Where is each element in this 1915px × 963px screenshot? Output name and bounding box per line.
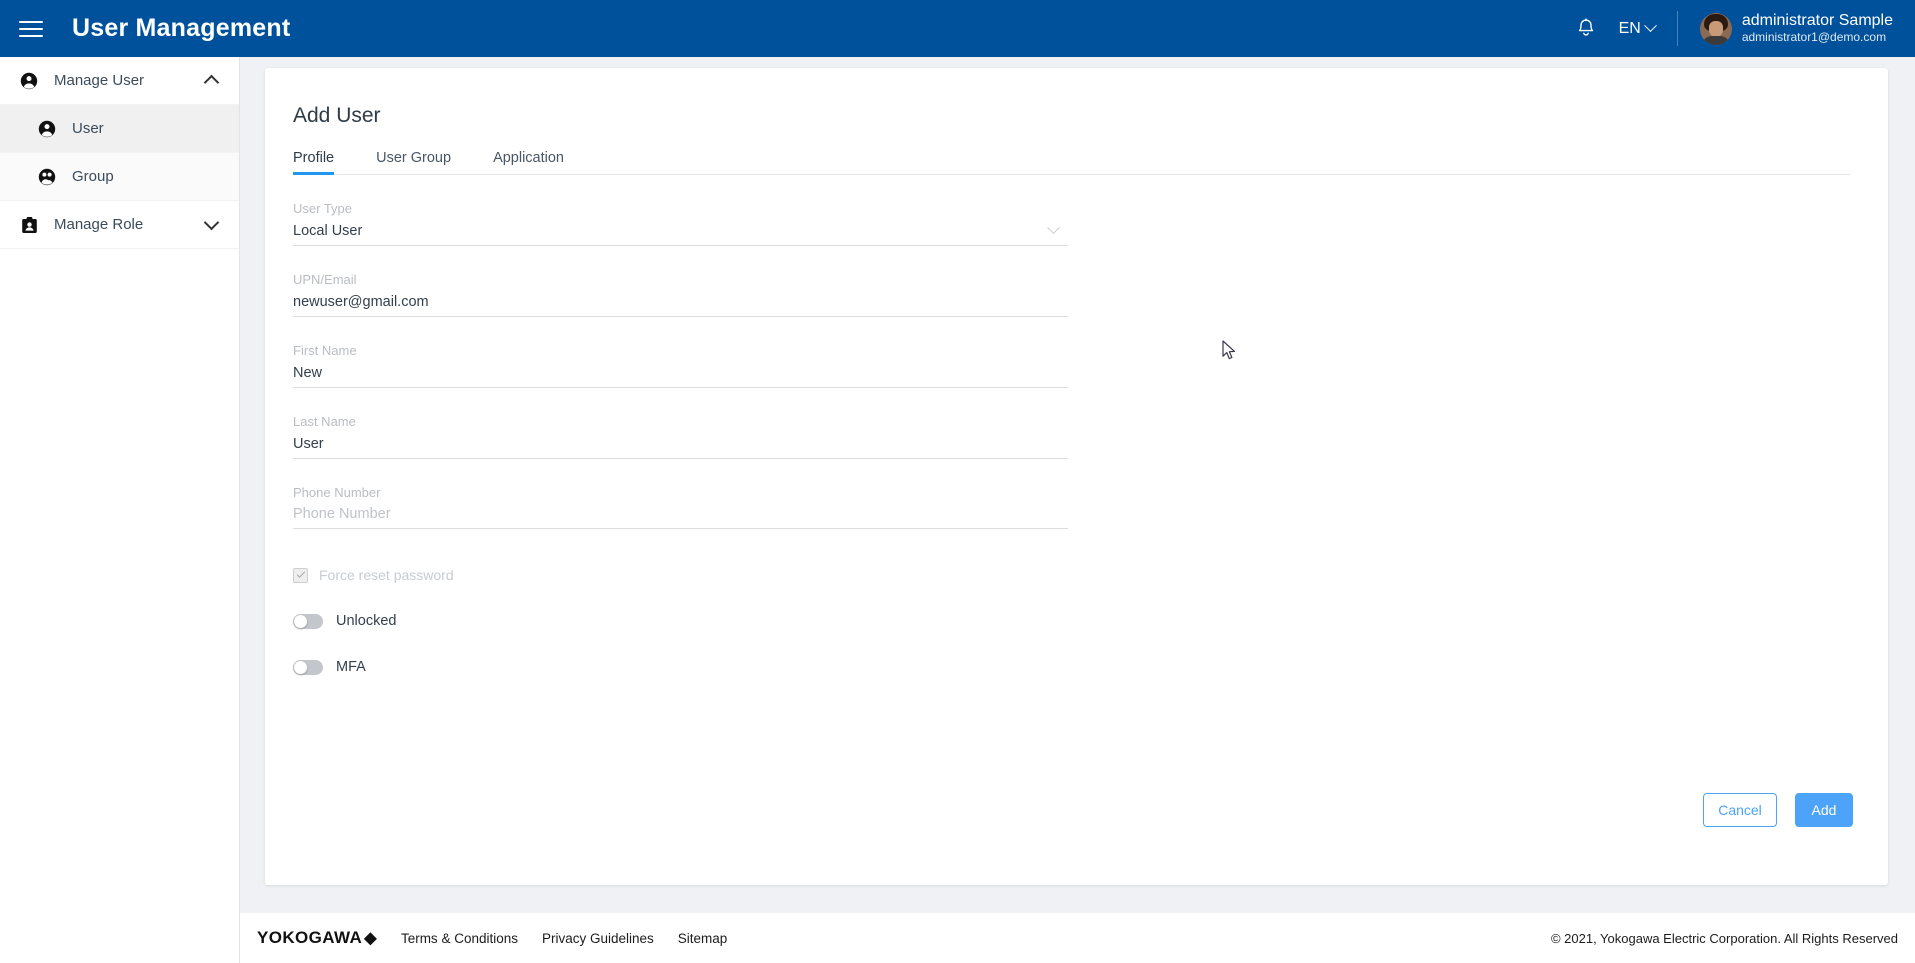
tab-application[interactable]: Application bbox=[493, 150, 564, 174]
footer-link-terms[interactable]: Terms & Conditions bbox=[401, 931, 518, 946]
first-name-field[interactable]: New bbox=[293, 360, 1068, 388]
user-icon bbox=[18, 70, 40, 92]
language-label: EN bbox=[1618, 19, 1641, 37]
language-selector[interactable]: EN bbox=[1618, 19, 1657, 38]
mfa-toggle-row[interactable]: MFA bbox=[293, 659, 1068, 675]
diamond-icon: ◆ bbox=[364, 930, 377, 947]
copyright-text: © 2021, Yokogawa Electric Corporation. A… bbox=[1550, 930, 1898, 946]
user-type-select[interactable]: Local User bbox=[293, 218, 1068, 246]
email-field[interactable]: newuser@gmail.com bbox=[293, 289, 1068, 317]
sidebar-item-label: User bbox=[72, 120, 104, 137]
unlocked-toggle-row[interactable]: Unlocked bbox=[293, 613, 1068, 629]
cancel-button[interactable]: Cancel bbox=[1703, 793, 1777, 827]
page-title: Add User bbox=[293, 104, 381, 127]
hamburger-icon[interactable] bbox=[19, 16, 49, 42]
field-placeholder: Phone Number bbox=[293, 506, 391, 523]
user-icon bbox=[36, 118, 58, 140]
action-bar: Cancel Add bbox=[1703, 793, 1853, 827]
unlocked-toggle[interactable] bbox=[293, 613, 323, 629]
field-value: New bbox=[293, 364, 323, 381]
footer-link-privacy[interactable]: Privacy Guidelines bbox=[542, 931, 654, 946]
profile-form: User Type Local User UPN/Email newuser@g… bbox=[293, 175, 1068, 675]
chevron-down-icon bbox=[1643, 19, 1657, 33]
page-title-header: User Management bbox=[72, 14, 291, 42]
footer-link-sitemap[interactable]: Sitemap bbox=[678, 931, 728, 946]
field-value: Local User bbox=[293, 222, 363, 239]
chevron-down-icon bbox=[203, 214, 220, 231]
sidebar-item-label: Manage Role bbox=[54, 216, 144, 233]
toggle-label: Unlocked bbox=[336, 613, 397, 630]
user-name: administrator Sample bbox=[1741, 12, 1893, 30]
checkbox-label: Force reset password bbox=[319, 567, 454, 584]
tab-profile[interactable]: Profile bbox=[293, 150, 335, 175]
field-label: Phone Number bbox=[293, 484, 381, 500]
field-label: User Type bbox=[293, 201, 353, 216]
bell-icon[interactable] bbox=[1569, 12, 1603, 46]
app-header: User Management EN administrator Sample … bbox=[0, 0, 1915, 57]
tab-bar: Profile User Group Application bbox=[293, 150, 1850, 175]
field-first-name: First Name New bbox=[293, 317, 1068, 388]
sidebar-item-group[interactable]: Group bbox=[0, 153, 239, 201]
footer: YOKOGAWA ◆ Terms & Conditions Privacy Gu… bbox=[240, 913, 1915, 963]
chevron-up-icon bbox=[203, 74, 220, 91]
field-phone-number: Phone Number Phone Number bbox=[293, 459, 1068, 530]
field-label: UPN/Email bbox=[293, 271, 357, 287]
add-button[interactable]: Add bbox=[1795, 793, 1853, 827]
brand-name: YOKOGAWA bbox=[257, 928, 363, 947]
mfa-toggle[interactable] bbox=[293, 659, 323, 675]
avatar bbox=[1699, 12, 1732, 45]
sidebar-item-label: Group bbox=[72, 168, 114, 185]
badge-icon bbox=[18, 214, 40, 236]
header-right-group: EN administrator Sample administrator1@d… bbox=[1569, 0, 1905, 57]
toggle-label: MFA bbox=[336, 659, 366, 676]
user-menu[interactable]: administrator Sample administrator1@demo… bbox=[1699, 12, 1893, 45]
field-label: First Name bbox=[293, 342, 357, 358]
chevron-down-icon bbox=[1047, 221, 1060, 235]
user-email: administrator1@demo.com bbox=[1741, 29, 1887, 44]
force-reset-password-row[interactable]: Force reset password bbox=[293, 567, 1068, 583]
field-upn-email: UPN/Email newuser@gmail.com bbox=[293, 246, 1068, 317]
last-name-field[interactable]: User bbox=[293, 431, 1068, 459]
sidebar-item-label: Manage User bbox=[54, 72, 145, 89]
field-label: Last Name bbox=[293, 413, 356, 429]
header-divider bbox=[1676, 11, 1678, 46]
field-user-type: User Type Local User bbox=[293, 175, 1068, 246]
checkbox-icon[interactable] bbox=[293, 567, 308, 583]
sidebar-item-manage-role[interactable]: Manage Role bbox=[0, 201, 239, 249]
yokogawa-logo: YOKOGAWA ◆ bbox=[257, 928, 377, 948]
field-value: User bbox=[293, 435, 324, 452]
sidebar-item-user[interactable]: User bbox=[0, 105, 239, 153]
add-user-card: Add User Profile User Group Application … bbox=[265, 68, 1888, 885]
phone-number-field[interactable]: Phone Number bbox=[293, 501, 1068, 530]
field-last-name: Last Name User bbox=[293, 388, 1068, 459]
tab-user-group[interactable]: User Group bbox=[376, 150, 451, 174]
sidebar-item-manage-user[interactable]: Manage User bbox=[0, 57, 239, 105]
field-value: newuser@gmail.com bbox=[293, 293, 429, 310]
group-icon bbox=[36, 166, 58, 188]
sidebar: Manage User User Group Manage Role bbox=[0, 57, 240, 963]
